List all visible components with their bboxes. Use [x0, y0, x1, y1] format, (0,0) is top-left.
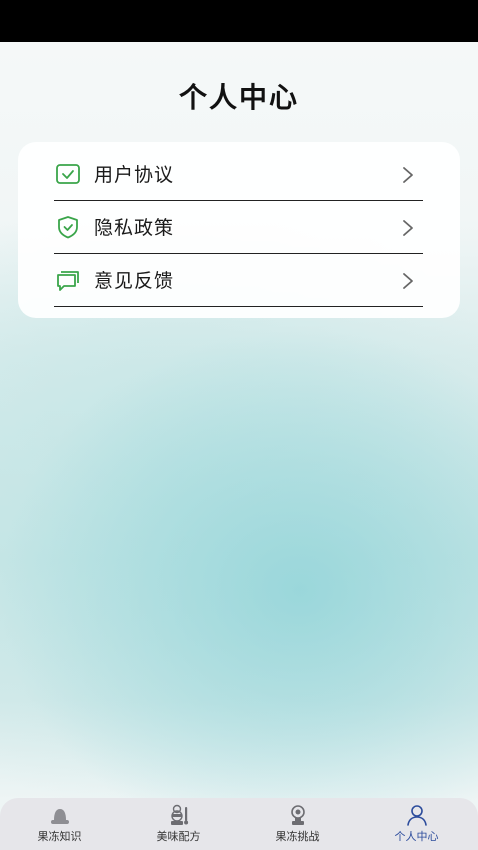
menu-card: 用户协议 隐私政策 意见反馈 — [18, 142, 460, 318]
tab-label: 个人中心 — [394, 830, 439, 843]
chat-icon — [57, 271, 79, 291]
tab-label: 美味配方 — [156, 830, 201, 843]
menu-item-user-agreement[interactable]: 用户协议 — [54, 148, 423, 201]
menu-item-label: 用户协议 — [94, 164, 175, 186]
chevron-right-icon — [403, 220, 413, 236]
menu-item-label: 隐私政策 — [94, 217, 175, 239]
tab-recipes[interactable]: 美味配方 — [119, 798, 238, 850]
checkbox-icon — [56, 164, 80, 184]
page-title: 个人中心 — [178, 81, 299, 114]
status-bar — [0, 0, 478, 42]
tab-label: 果冻知识 — [37, 830, 82, 843]
chef-icon — [170, 804, 188, 825]
chevron-right-icon — [403, 167, 413, 183]
tab-jelly-challenge[interactable]: 果冻挑战 — [238, 798, 357, 850]
tab-label: 果冻挑战 — [275, 830, 320, 843]
chevron-right-icon — [403, 273, 413, 289]
menu-item-label: 意见反馈 — [94, 270, 175, 292]
hat-icon — [50, 809, 69, 824]
tab-jelly-knowledge[interactable]: 果冻知识 — [0, 798, 119, 850]
menu-item-feedback[interactable]: 意见反馈 — [54, 254, 423, 307]
tab-personal-center[interactable]: 个人中心 — [357, 798, 476, 850]
tab-bar: 果冻知识 美味配方 果冻挑战 个人中心 — [0, 798, 478, 850]
shield-icon — [58, 216, 78, 239]
menu-item-privacy-policy[interactable]: 隐私政策 — [54, 201, 423, 254]
person-icon — [406, 805, 427, 826]
trophy-icon — [290, 805, 305, 825]
